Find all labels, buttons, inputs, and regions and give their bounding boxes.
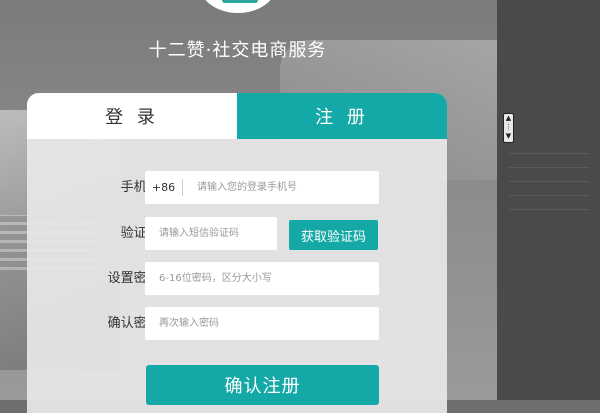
confirm-password-input[interactable] [145,307,379,340]
country-code-prefix: +86 [151,181,176,194]
password-input[interactable] [145,262,379,295]
panel-lines [509,150,589,210]
auth-tabs: 登 录 注 册 [27,93,447,139]
phone-input[interactable] [183,171,379,204]
code-input[interactable] [145,217,277,250]
register-card: 登 录 注 册 手机号: +86 验证码: 获取验证码 设置密码: 确认密码: … [27,93,447,413]
password-field [145,262,379,295]
tab-login[interactable]: 登 录 [27,93,237,139]
phone-field: +86 [145,171,379,204]
password-row: 设置密码: [27,262,447,295]
confirm-field [145,307,379,340]
code-field [145,217,277,250]
get-code-button[interactable]: 获取验证码 [289,220,378,250]
confirm-row: 确认密码: [27,307,447,340]
resize-handle-icon[interactable]: ▲ ⋮ ▼ [503,113,514,143]
tab-register[interactable]: 注 册 [237,93,447,139]
right-side-panel [497,0,600,400]
confirm-register-button[interactable]: 确认注册 [146,365,379,405]
phone-row: 手机号: +86 [27,171,447,204]
brand-title: 十二赞·社交电商服务 [148,40,327,61]
code-row: 验证码: 获取验证码 [27,217,447,250]
